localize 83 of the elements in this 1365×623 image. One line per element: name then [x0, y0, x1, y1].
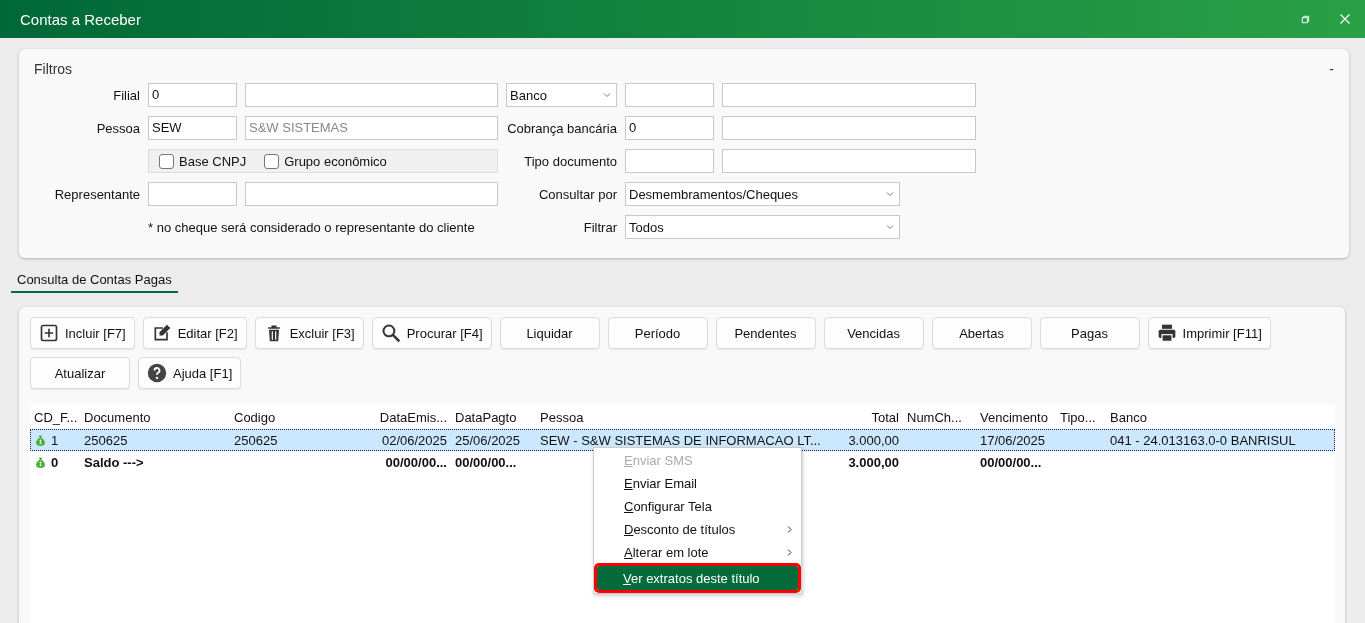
- input-field[interactable]: [245, 83, 498, 107]
- input-field[interactable]: [625, 149, 714, 173]
- toolbar-button[interactable]: Incluir [F7]: [30, 317, 135, 349]
- table-cell: 250625: [84, 432, 128, 448]
- input-field[interactable]: [625, 83, 714, 107]
- panel-title: Filtros: [34, 61, 73, 79]
- close-icon: [1339, 13, 1351, 25]
- field-label: Cobrança bancária: [506, 120, 617, 136]
- input-field[interactable]: [722, 149, 976, 173]
- checkbox[interactable]: Grupo econômico: [264, 153, 387, 169]
- money-bag-icon: [34, 433, 47, 447]
- table-cell: 250625: [234, 432, 278, 448]
- toolbar-button[interactable]: Vencidas: [823, 317, 924, 349]
- toolbar-button[interactable]: Liquidar: [499, 317, 600, 349]
- toolbar-button[interactable]: Período: [607, 317, 708, 349]
- input-field[interactable]: [148, 182, 237, 206]
- table-cell: 0: [51, 454, 59, 470]
- dropdown[interactable]: Desmembramentos/Cheques: [625, 182, 900, 206]
- restore-icon: [1300, 13, 1311, 25]
- menu-item[interactable]: Enviar Email: [595, 472, 800, 495]
- toolbar-button[interactable]: Abertas: [931, 317, 1032, 349]
- note-text: * no cheque será considerado o representante do cliente: [148, 219, 476, 235]
- input-field[interactable]: [245, 182, 498, 206]
- toolbar-button[interactable]: Ajuda [F1]: [138, 357, 242, 389]
- chevron-right-icon: [785, 525, 794, 534]
- table-cell: 00/00/00...: [385, 454, 447, 470]
- column-header[interactable]: Vencimento: [976, 405, 1056, 429]
- menu-item[interactable]: Alterar em lote: [595, 541, 800, 564]
- input-field[interactable]: [722, 83, 976, 107]
- field-label: Filtrar: [582, 219, 617, 235]
- table-cell: SEW - S&W SISTEMAS DE INFORMACAO LT...: [540, 432, 821, 448]
- field-label: Pessoa: [95, 120, 140, 136]
- toolbar-button[interactable]: Editar [F2]: [142, 317, 247, 349]
- chevron-right-icon: [785, 548, 794, 557]
- table-cell: 02/06/2025: [381, 432, 447, 448]
- input-field[interactable]: SEW: [148, 116, 237, 140]
- toolbar-button[interactable]: Imprimir [F11]: [1147, 317, 1271, 349]
- tab[interactable]: Consulta de Contas Pagas: [11, 268, 178, 293]
- column-header[interactable]: NumCh...: [903, 405, 976, 429]
- menu-item[interactable]: Configurar Tela: [595, 495, 800, 518]
- menu-item[interactable]: Desconto de títulos: [595, 518, 800, 541]
- table-cell: 1: [51, 432, 59, 448]
- checkbox[interactable]: Base CNPJ: [159, 153, 247, 169]
- field-label: Representante: [53, 186, 140, 202]
- column-header[interactable]: Documento: [80, 405, 230, 429]
- column-header[interactable]: Tipo...: [1056, 405, 1106, 429]
- toolbar-button[interactable]: Pagas: [1039, 317, 1140, 349]
- column-header[interactable]: Banco: [1106, 405, 1335, 429]
- input-field[interactable]: S&W SISTEMAS: [245, 116, 498, 140]
- column-header[interactable]: Pessoa: [536, 405, 816, 429]
- help-icon: [147, 363, 167, 383]
- table-cell: 00/00/00...: [455, 454, 517, 470]
- printer-icon: [1156, 323, 1177, 343]
- table-cell: Saldo --->: [84, 454, 144, 470]
- table-cell: 3.000,00: [848, 454, 899, 470]
- dropdown[interactable]: Todos: [625, 215, 900, 239]
- search-icon: [380, 323, 401, 343]
- table-cell: 00/00/00...: [980, 454, 1042, 470]
- field-label: Tipo documento: [523, 153, 617, 169]
- table-cell: 041 - 24.013163.0-0 BANRISUL: [1110, 432, 1296, 448]
- toolbar-button[interactable]: Procurar [F4]: [371, 317, 492, 349]
- table-cell: 25/06/2025: [455, 432, 521, 448]
- field-label: Consultar por: [537, 186, 617, 202]
- toolbar-button[interactable]: Pendentes: [715, 317, 816, 349]
- column-header[interactable]: DataPagto: [451, 405, 536, 429]
- table-cell: 3.000,00: [848, 432, 899, 448]
- input-field[interactable]: 0: [148, 83, 237, 107]
- column-header[interactable]: CD_F...: [30, 405, 80, 429]
- menu-item[interactable]: Ver extratos deste título: [597, 566, 798, 590]
- table-cell: 17/06/2025: [980, 432, 1046, 448]
- input-field[interactable]: [722, 116, 976, 140]
- money-bag-icon: [34, 455, 47, 469]
- plus-icon: [39, 323, 59, 343]
- collapse-button[interactable]: -: [1329, 61, 1334, 81]
- dropdown[interactable]: Banco: [506, 83, 617, 107]
- field-label: Filial: [112, 87, 140, 103]
- window-title: Contas a Receber: [20, 10, 142, 28]
- input-field[interactable]: 0: [625, 116, 714, 140]
- toolbar-button[interactable]: Atualizar: [30, 357, 130, 389]
- column-header[interactable]: Total: [816, 405, 903, 429]
- column-header[interactable]: Codigo: [230, 405, 365, 429]
- toolbar-button[interactable]: Excluir [F3]: [254, 317, 364, 349]
- column-header[interactable]: DataEmis...: [365, 405, 451, 429]
